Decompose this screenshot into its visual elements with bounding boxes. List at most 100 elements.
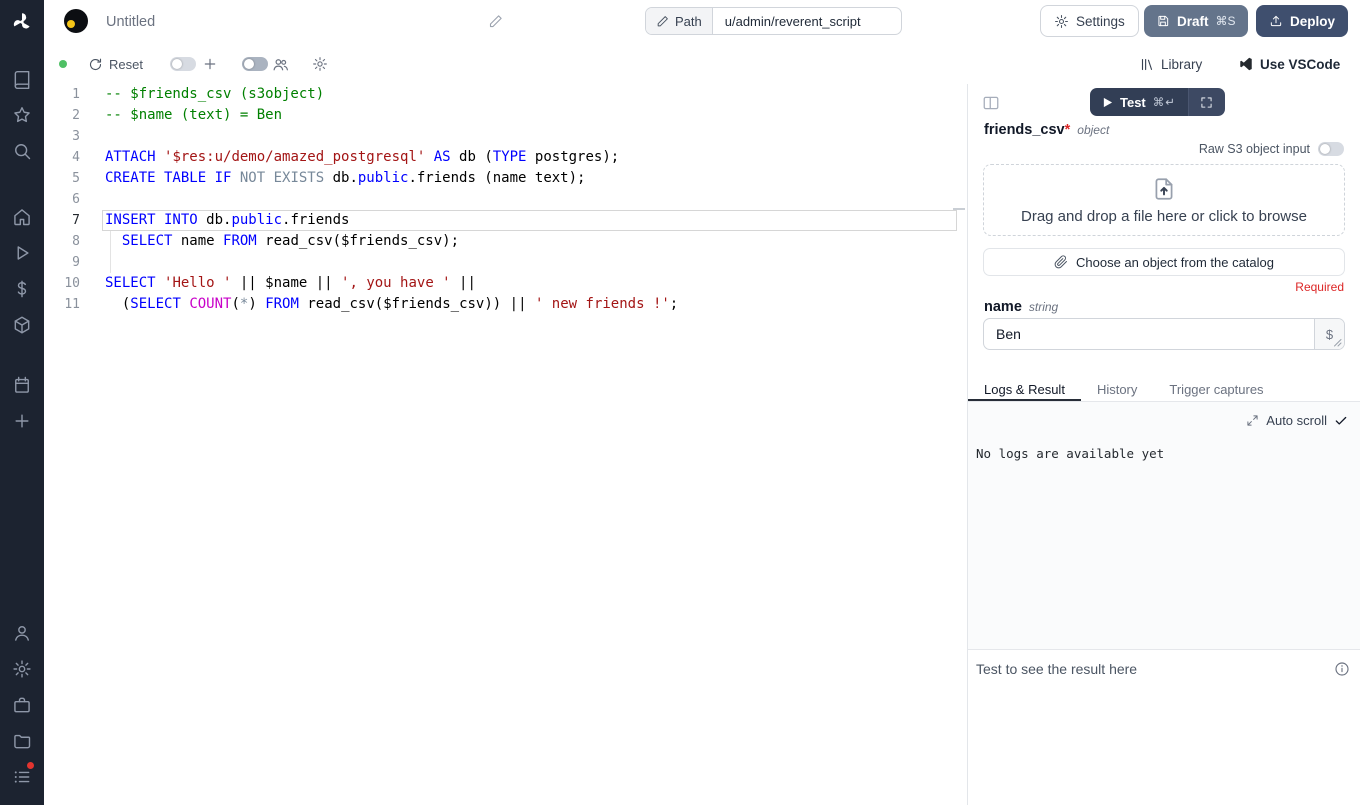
file-upload-icon bbox=[1151, 176, 1177, 202]
info-icon[interactable] bbox=[1334, 661, 1350, 677]
result-tabs: Logs & ResultHistoryTrigger captures bbox=[968, 378, 1360, 402]
draft-shortcut: ⌘S bbox=[1216, 14, 1236, 28]
edit-title-pencil-icon[interactable] bbox=[488, 14, 503, 29]
raw-s3-toggle-switch[interactable] bbox=[1318, 142, 1344, 156]
code-editor[interactable]: 1-- $friends_csv (s3object)2-- $name (te… bbox=[44, 84, 967, 805]
workspace-logo-icon[interactable] bbox=[64, 9, 88, 33]
library-icon bbox=[1140, 57, 1155, 72]
editor-settings-button[interactable] bbox=[312, 44, 328, 84]
code-line: SELECT 'Hello ' || $name || ', you have … bbox=[90, 273, 476, 294]
field-friends-csv-label: friends_csv* object bbox=[984, 122, 1109, 138]
fullscreen-test-button[interactable] bbox=[1188, 88, 1225, 116]
raw-s3-toggle-row: Raw S3 object input bbox=[1199, 142, 1344, 156]
file-dropzone[interactable]: Drag and drop a file here or click to br… bbox=[983, 164, 1345, 236]
sidebar bbox=[0, 0, 44, 805]
editor-line[interactable]: 4ATTACH '$res:u/demo/amazed_postgresql' … bbox=[44, 147, 967, 168]
home-icon[interactable] bbox=[12, 207, 32, 227]
name-input[interactable] bbox=[984, 319, 1344, 349]
catalog-button-label: Choose an object from the catalog bbox=[1076, 255, 1274, 270]
line-number: 6 bbox=[44, 189, 90, 210]
editor-line[interactable]: 10SELECT 'Hello ' || $name || ', you hav… bbox=[44, 273, 967, 294]
tab-trigger-captures[interactable]: Trigger captures bbox=[1153, 378, 1279, 401]
line-number: 9 bbox=[44, 252, 90, 273]
line-number: 10 bbox=[44, 273, 90, 294]
deploy-label: Deploy bbox=[1290, 14, 1335, 29]
code-line bbox=[90, 252, 105, 273]
toggle-switch[interactable] bbox=[170, 57, 196, 71]
variables-dollar-icon[interactable] bbox=[12, 279, 32, 299]
folders-icon[interactable] bbox=[12, 731, 32, 751]
path-group: Path u/admin/reverent_script bbox=[645, 7, 902, 35]
tab-history[interactable]: History bbox=[1081, 378, 1153, 401]
editor-line[interactable]: 6 bbox=[44, 189, 967, 210]
deploy-button[interactable]: Deploy bbox=[1256, 5, 1348, 37]
path-edit-button[interactable]: Path bbox=[646, 8, 713, 34]
sync-status-dot bbox=[59, 60, 67, 68]
header: Untitled Path u/admin/reverent_script Se… bbox=[44, 0, 1360, 44]
resize-handle[interactable] bbox=[1333, 338, 1342, 347]
editor-line[interactable]: 9 bbox=[44, 252, 967, 273]
editor-line[interactable]: 5CREATE TABLE IF NOT EXISTS db.public.fr… bbox=[44, 168, 967, 189]
schedules-calendar-icon[interactable] bbox=[12, 375, 32, 395]
field-type: object bbox=[1077, 123, 1109, 137]
auto-scroll-label: Auto scroll bbox=[1266, 413, 1327, 428]
logs-list-icon[interactable] bbox=[12, 767, 32, 787]
editor-line[interactable]: 8 SELECT name FROM read_csv($friends_csv… bbox=[44, 231, 967, 252]
fullscreen-icon bbox=[1200, 96, 1213, 109]
docs-book-icon[interactable] bbox=[12, 70, 32, 90]
resources-cube-icon[interactable] bbox=[12, 315, 32, 335]
result-placeholder-text: Test to see the result here bbox=[976, 661, 1137, 677]
library-button[interactable]: Library bbox=[1140, 44, 1202, 84]
code-line: -- $friends_csv (s3object) bbox=[90, 84, 324, 105]
notification-badge bbox=[27, 762, 34, 769]
line-number: 1 bbox=[44, 84, 90, 105]
vscode-icon bbox=[1238, 56, 1254, 72]
line-number: 11 bbox=[44, 294, 90, 315]
maximize-icon bbox=[1246, 414, 1259, 427]
editor-line[interactable]: 7INSERT INTO db.public.friends bbox=[44, 210, 967, 231]
user-icon[interactable] bbox=[12, 623, 32, 643]
windmill-logo-icon[interactable] bbox=[10, 10, 34, 34]
toggle-switch[interactable] bbox=[242, 57, 268, 71]
editor-line[interactable]: 2-- $name (text) = Ben bbox=[44, 105, 967, 126]
use-vscode-button[interactable]: Use VSCode bbox=[1238, 44, 1340, 84]
plus-icon bbox=[202, 56, 218, 72]
choose-catalog-object-button[interactable]: Choose an object from the catalog bbox=[983, 248, 1345, 276]
add-button[interactable] bbox=[202, 44, 218, 84]
tab-logs-result[interactable]: Logs & Result bbox=[968, 378, 1081, 401]
logs-empty-text: No logs are available yet bbox=[976, 446, 1164, 461]
editor-toolbar: Reset Library Use VSCode bbox=[44, 44, 1360, 84]
code-line bbox=[90, 189, 105, 210]
code-line: INSERT INTO db.public.friends bbox=[90, 210, 349, 231]
users-icon bbox=[272, 56, 289, 73]
save-icon bbox=[1156, 14, 1170, 28]
create-plus-icon[interactable] bbox=[12, 411, 32, 431]
search-icon[interactable] bbox=[12, 141, 32, 161]
collaborators-button[interactable] bbox=[272, 44, 289, 84]
gear-icon bbox=[1054, 14, 1069, 29]
toggle-assistant[interactable] bbox=[242, 44, 268, 84]
auto-scroll-control[interactable]: Auto scroll bbox=[1246, 413, 1348, 428]
reset-button[interactable]: Reset bbox=[88, 44, 143, 84]
code-line: SELECT name FROM read_csv($friends_csv); bbox=[90, 231, 459, 252]
collapse-panel-columns-icon[interactable] bbox=[982, 94, 1000, 112]
settings-button[interactable]: Settings bbox=[1040, 5, 1139, 37]
script-title-input[interactable]: Untitled bbox=[106, 0, 155, 44]
draft-button[interactable]: Draft ⌘S bbox=[1144, 5, 1248, 37]
code-line: CREATE TABLE IF NOT EXISTS db.public.fri… bbox=[90, 168, 585, 189]
field-name: name bbox=[984, 299, 1022, 315]
draft-label: Draft bbox=[1177, 14, 1209, 29]
editor-line[interactable]: 1-- $friends_csv (s3object) bbox=[44, 84, 967, 105]
editor-line[interactable]: 11 (SELECT COUNT(*) FROM read_csv($frien… bbox=[44, 294, 967, 315]
workers-briefcase-icon[interactable] bbox=[12, 695, 32, 715]
path-value-input[interactable]: u/admin/reverent_script bbox=[713, 8, 901, 34]
editor-line[interactable]: 3 bbox=[44, 126, 967, 147]
test-button[interactable]: Test ⌘↵ bbox=[1090, 88, 1188, 116]
runs-play-icon[interactable] bbox=[12, 243, 32, 263]
workspace-settings-gear-icon[interactable] bbox=[12, 659, 32, 679]
overview-ruler-mark bbox=[953, 208, 965, 210]
toggle-diff-mode[interactable] bbox=[170, 44, 196, 84]
test-panel: Test ⌘↵ friends_csv* object Raw S3 objec… bbox=[968, 84, 1360, 805]
favorites-star-icon[interactable] bbox=[12, 105, 32, 125]
code-line bbox=[90, 126, 105, 147]
